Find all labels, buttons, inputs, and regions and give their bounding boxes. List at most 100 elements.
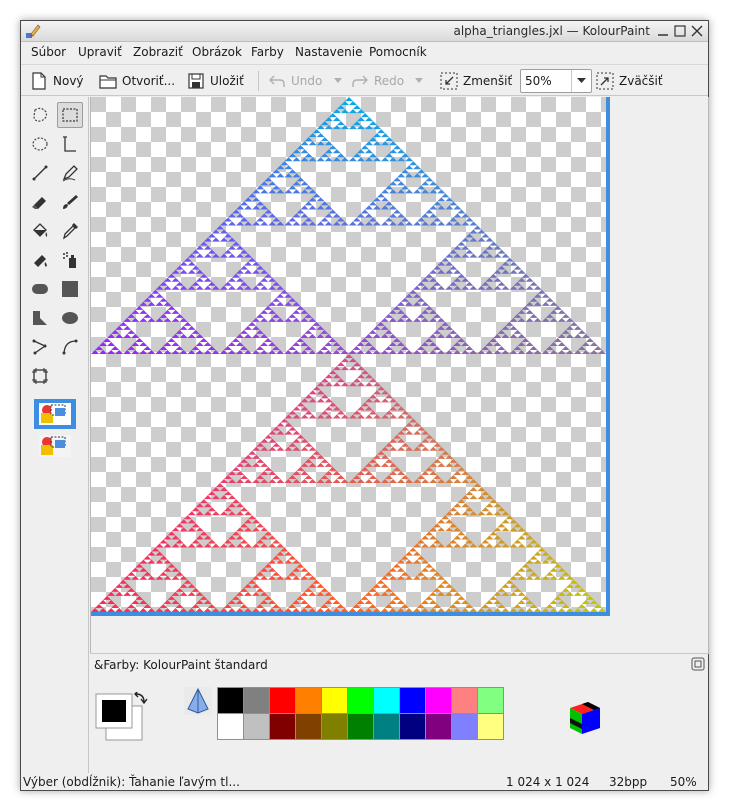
tool-brush[interactable]: [57, 189, 83, 215]
palette-swatch[interactable]: [426, 714, 452, 740]
menu-colors[interactable]: Farby: [251, 45, 284, 59]
transparent-selection-icon: [39, 435, 71, 457]
palette-swatch[interactable]: [270, 714, 296, 740]
tool-zoom[interactable]: [27, 363, 53, 389]
palette-swatch[interactable]: [400, 688, 426, 714]
palette-swatch[interactable]: [218, 714, 244, 740]
foreground-background-colors[interactable]: [94, 692, 148, 744]
chevron-down-icon: [577, 78, 586, 83]
palette-swatch[interactable]: [244, 714, 270, 740]
zoom-in-button[interactable]: Zväčšiť: [596, 70, 663, 92]
tool-flood-fill[interactable]: [27, 218, 53, 244]
menu-view[interactable]: Zobraziť: [133, 45, 183, 59]
menu-file[interactable]: Súbor: [31, 45, 66, 59]
palette-swatch[interactable]: [374, 688, 400, 714]
transparent-color-icon[interactable]: [184, 687, 212, 715]
palette-swatch[interactable]: [322, 714, 348, 740]
zoom-level-select[interactable]: 50%: [520, 69, 592, 93]
palette-swatch[interactable]: [478, 714, 504, 740]
minimize-icon[interactable]: [656, 24, 670, 38]
transparent-selection-option[interactable]: [34, 431, 76, 461]
tool-rectangle[interactable]: [57, 276, 83, 302]
opaque-selection-option[interactable]: [34, 399, 76, 429]
tool-rounded-rectangle[interactable]: [27, 276, 53, 302]
undo-dropdown-icon[interactable]: [334, 78, 342, 84]
zoom-out-icon: [440, 72, 458, 90]
rectangular-selection-icon: [62, 108, 78, 122]
sierpinski-canvas-image[interactable]: [91, 97, 606, 612]
palette-swatch[interactable]: [296, 714, 322, 740]
menu-edit[interactable]: Upraviť: [78, 45, 122, 59]
palette-swatch[interactable]: [426, 688, 452, 714]
image-canvas[interactable]: [91, 97, 610, 616]
save-button-label: Uložiť: [210, 74, 244, 88]
tool-line[interactable]: [27, 160, 53, 186]
new-document-icon: [32, 72, 46, 90]
status-bar: Výber (obdĺžnik): Ťahanie ľavým tl... 1 …: [21, 773, 708, 791]
zoom-out-button[interactable]: Zmenšiť: [440, 70, 512, 92]
flood-fill-icon: [33, 223, 48, 237]
menu-image[interactable]: Obrázok: [192, 45, 242, 59]
opaque-selection-icon: [39, 403, 71, 425]
palette-swatch[interactable]: [452, 714, 478, 740]
palette-swatch[interactable]: [400, 714, 426, 740]
kolourpaint-app-icon[interactable]: [25, 23, 41, 39]
menu-help[interactable]: Pomocník: [369, 45, 427, 59]
tool-spraycan[interactable]: [57, 247, 83, 273]
close-icon[interactable]: [690, 24, 704, 38]
palette-swatch[interactable]: [348, 714, 374, 740]
palette-swatch[interactable]: [478, 688, 504, 714]
elliptical-selection-icon: [32, 137, 48, 151]
eraser-icon: [32, 197, 46, 209]
tool-polyline[interactable]: [27, 334, 53, 360]
menu-bar: Súbor Upraviť Zobraziť Obrázok Farby Nas…: [21, 42, 708, 64]
zoom-out-button-label: Zmenšiť: [463, 74, 513, 88]
undo-button[interactable]: Undo: [268, 70, 322, 92]
menu-settings[interactable]: Nastavenie: [295, 45, 362, 59]
palette-swatch[interactable]: [296, 688, 322, 714]
tool-polygon[interactable]: [27, 305, 53, 331]
tool-color-picker[interactable]: [57, 218, 83, 244]
palette-swatch[interactable]: [322, 688, 348, 714]
tool-color-eraser[interactable]: [27, 247, 53, 273]
brush-icon: [63, 195, 78, 209]
palette-swatch[interactable]: [374, 714, 400, 740]
swap-colors-icon[interactable]: [134, 692, 148, 705]
tool-ellipse[interactable]: [57, 305, 83, 331]
palette-swatch[interactable]: [452, 688, 478, 714]
zoom-dropdown-button[interactable]: [571, 70, 591, 92]
sierpinski-bottom-half: [91, 354, 606, 612]
rounded-rectangle-icon: [32, 284, 48, 294]
tool-pen[interactable]: [57, 160, 83, 186]
line-icon: [32, 165, 48, 181]
save-button[interactable]: Uložiť: [187, 70, 244, 92]
status-image-dimensions: 1 024 x 1 024: [506, 775, 590, 789]
tool-curve[interactable]: [57, 334, 83, 360]
palette-swatch[interactable]: [270, 688, 296, 714]
undo-icon: [269, 75, 285, 87]
maximize-icon[interactable]: [673, 24, 687, 38]
color-eraser-icon: [34, 255, 47, 267]
color-picker-icon: [62, 223, 78, 240]
open-button[interactable]: Otvoriť...: [99, 70, 175, 92]
folder-icon: [99, 75, 117, 89]
palette-swatch[interactable]: [348, 688, 374, 714]
toolbar-separator: [258, 71, 259, 91]
new-button[interactable]: Nový: [30, 70, 84, 92]
spraycan-icon: [63, 252, 76, 268]
redo-dropdown-icon[interactable]: [415, 78, 423, 84]
tool-rectangular-selection[interactable]: [57, 102, 83, 128]
redo-button[interactable]: Redo: [351, 70, 404, 92]
palette-swatch[interactable]: [244, 688, 270, 714]
rectangle-icon: [62, 281, 78, 297]
tool-elliptical-selection[interactable]: [27, 131, 53, 157]
palette-swatch[interactable]: [218, 688, 244, 714]
ellipse-icon: [62, 312, 78, 324]
tool-box: [21, 97, 89, 773]
tool-text[interactable]: [57, 131, 83, 157]
dock-float-icon[interactable]: [691, 657, 705, 671]
color-similarity-cube-icon[interactable]: [562, 696, 606, 740]
canvas-scroll-area: [90, 97, 709, 653]
tool-free-form-selection[interactable]: [27, 102, 53, 128]
tool-eraser[interactable]: [27, 189, 53, 215]
